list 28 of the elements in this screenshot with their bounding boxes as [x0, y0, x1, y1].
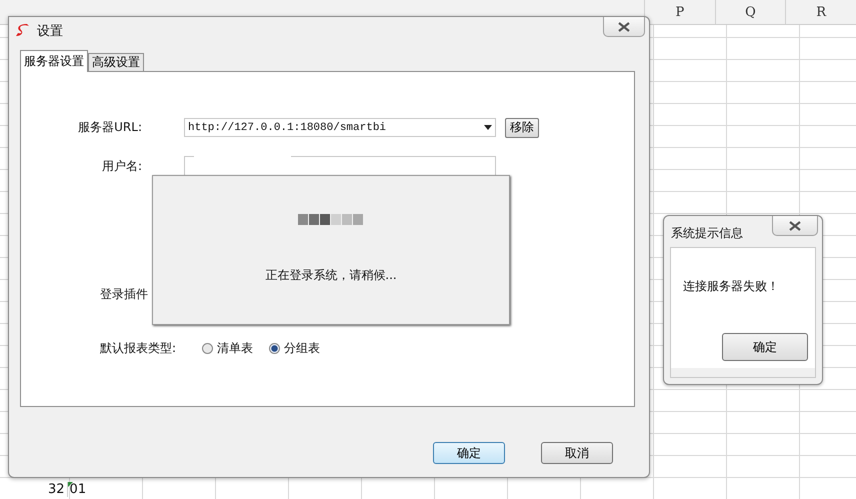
- loading-spinner-icon: [298, 214, 364, 225]
- error-message: 连接服务器失败！: [683, 278, 780, 295]
- table-cell-text: 32: [47, 482, 66, 497]
- radio-option[interactable]: 分组表: [269, 340, 320, 357]
- loading-message: 正在登录系统，请稍候...: [265, 267, 397, 284]
- close-button[interactable]: [603, 17, 645, 37]
- close-button[interactable]: [772, 216, 818, 236]
- remove-button[interactable]: 移除: [505, 118, 539, 138]
- field-label: 默认报表类型:: [100, 340, 178, 357]
- window-title: 设置: [37, 23, 63, 40]
- column-header[interactable]: Q: [714, 0, 786, 24]
- close-icon: [617, 22, 631, 32]
- window-title: 系统提示信息: [670, 225, 743, 242]
- field-label: 服务器URL:: [77, 119, 143, 136]
- tab[interactable]: 高级设置: [88, 53, 144, 71]
- field-label: 登录插件: [100, 286, 149, 303]
- app-logo-icon: [15, 24, 31, 38]
- ok-button[interactable]: 确定: [722, 333, 808, 361]
- table-cell: 01: [66, 482, 88, 497]
- dropdown-arrow-icon: [484, 125, 492, 130]
- field-label: 用户名:: [100, 158, 143, 175]
- server-url-dropdown[interactable]: http://127.0.0.1:18080/smartbi: [184, 118, 496, 137]
- radio-option[interactable]: 清单表: [202, 340, 253, 357]
- tab[interactable]: 服务器设置: [20, 50, 88, 72]
- column-header[interactable]: R: [785, 0, 856, 24]
- close-icon: [788, 220, 802, 230]
- dialog-button[interactable]: 取消: [541, 442, 613, 464]
- dialog-button[interactable]: 确定: [433, 442, 505, 464]
